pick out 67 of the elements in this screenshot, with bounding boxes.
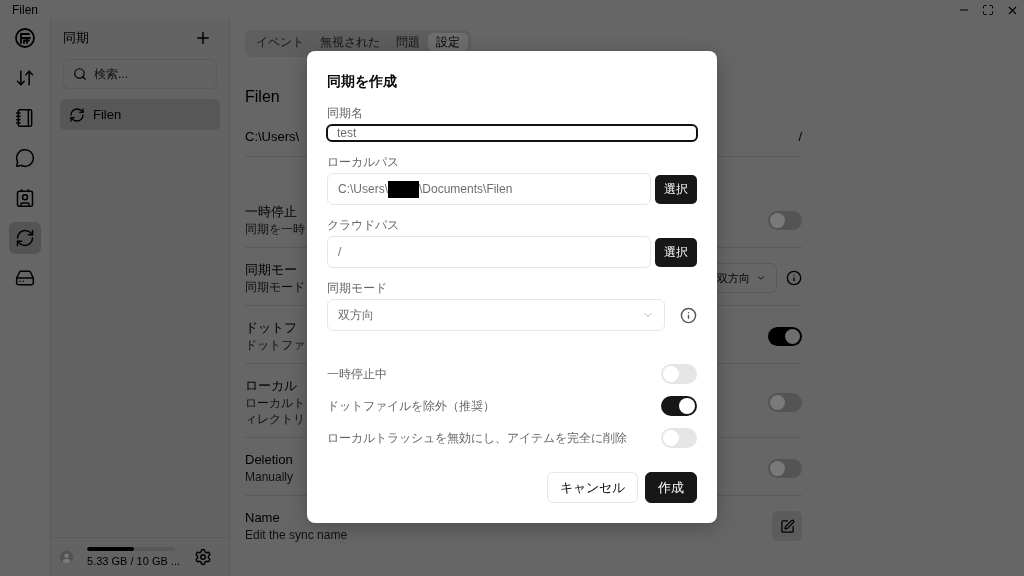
setting-description: ドットファ [245,337,305,353]
chevron-down-icon [756,273,766,283]
name-field[interactable]: test [326,124,698,142]
toggle-switch[interactable] [661,428,697,448]
toggle-label: 一時停止中 [327,366,387,382]
search-field[interactable]: 検索... [63,59,217,89]
add-button[interactable] [194,29,212,47]
window-title: Filen [12,3,38,17]
path-field[interactable]: C:\Users\ \Documents\Filen [327,173,651,205]
create-button[interactable]: 作成 [645,472,697,503]
avatar-icon [60,547,74,567]
remote-path-text: / [798,127,802,146]
toggle-switch[interactable] [768,210,802,230]
tab[interactable]: 設定 [428,33,468,51]
logo-icon [15,28,35,48]
toggle-switch[interactable] [661,364,697,384]
tab[interactable]: 問題 [388,33,428,51]
toggle-label: ドットファイルを除外（推奨） [327,398,495,414]
chat-bubble-icon [15,148,35,168]
field-label: ローカルパス [327,154,400,170]
local-path-text: C:\Users\ [245,127,300,146]
toggle-switch[interactable] [768,458,802,478]
setting-description: 同期を一時 [245,221,305,237]
sidebar-title: 同期 [63,29,89,47]
setting-description: 同期モード [245,279,305,295]
edit-button[interactable] [772,511,802,541]
toggle-switch[interactable] [768,392,802,412]
setting-description: ローカルト [245,395,305,411]
search-icon [73,67,87,81]
setting-title: 同期モー [245,261,297,279]
nav-button[interactable] [9,222,41,254]
storage-text: 5.33 GB / 10 GB ... [87,554,180,568]
setting-title: Name [245,509,280,527]
contact-card-icon [15,188,35,208]
notebook-icon [15,108,35,128]
settings-icon [194,548,212,566]
sync-title: Filen [245,87,281,107]
plus-icon [194,29,212,47]
tab[interactable]: イベント [248,33,312,51]
sync-icon [69,106,85,123]
field-label: 同期モード [327,280,388,296]
info-icon[interactable] [680,306,697,324]
path-field[interactable]: / [327,236,651,268]
select-button[interactable]: 選択 [655,237,697,267]
setting-description: Edit the sync name [245,527,348,543]
toggle-switch[interactable] [661,396,697,416]
setting-description: ィレクトリ [245,411,305,427]
cancel-button[interactable]: キャンセル [547,472,638,503]
mode-select[interactable]: 双方向 [327,299,665,331]
setting-title: ドットフ [245,319,297,337]
field-label: クラウドパス [327,217,400,233]
dialog-title: 同期を作成 [327,72,398,91]
toggle-label: ローカルトラッシュを無効にし、アイテムを完全に削除 [327,430,627,446]
setting-title: ローカル [245,377,297,395]
toggle-switch[interactable] [768,326,802,346]
setting-description: Manually [245,469,294,485]
settings-button[interactable] [194,548,212,566]
setting-title: Deletion [245,451,293,469]
maximize-icon [982,4,994,16]
edit-icon [779,518,795,534]
drive-icon [15,268,35,288]
sync-icon [15,228,35,248]
sync-list-item[interactable]: Filen [60,99,220,130]
select-button[interactable]: 選択 [655,174,697,204]
info-icon[interactable] [786,270,802,286]
field-label: 同期名 [327,105,364,121]
arrows-up-down-icon [15,68,35,88]
